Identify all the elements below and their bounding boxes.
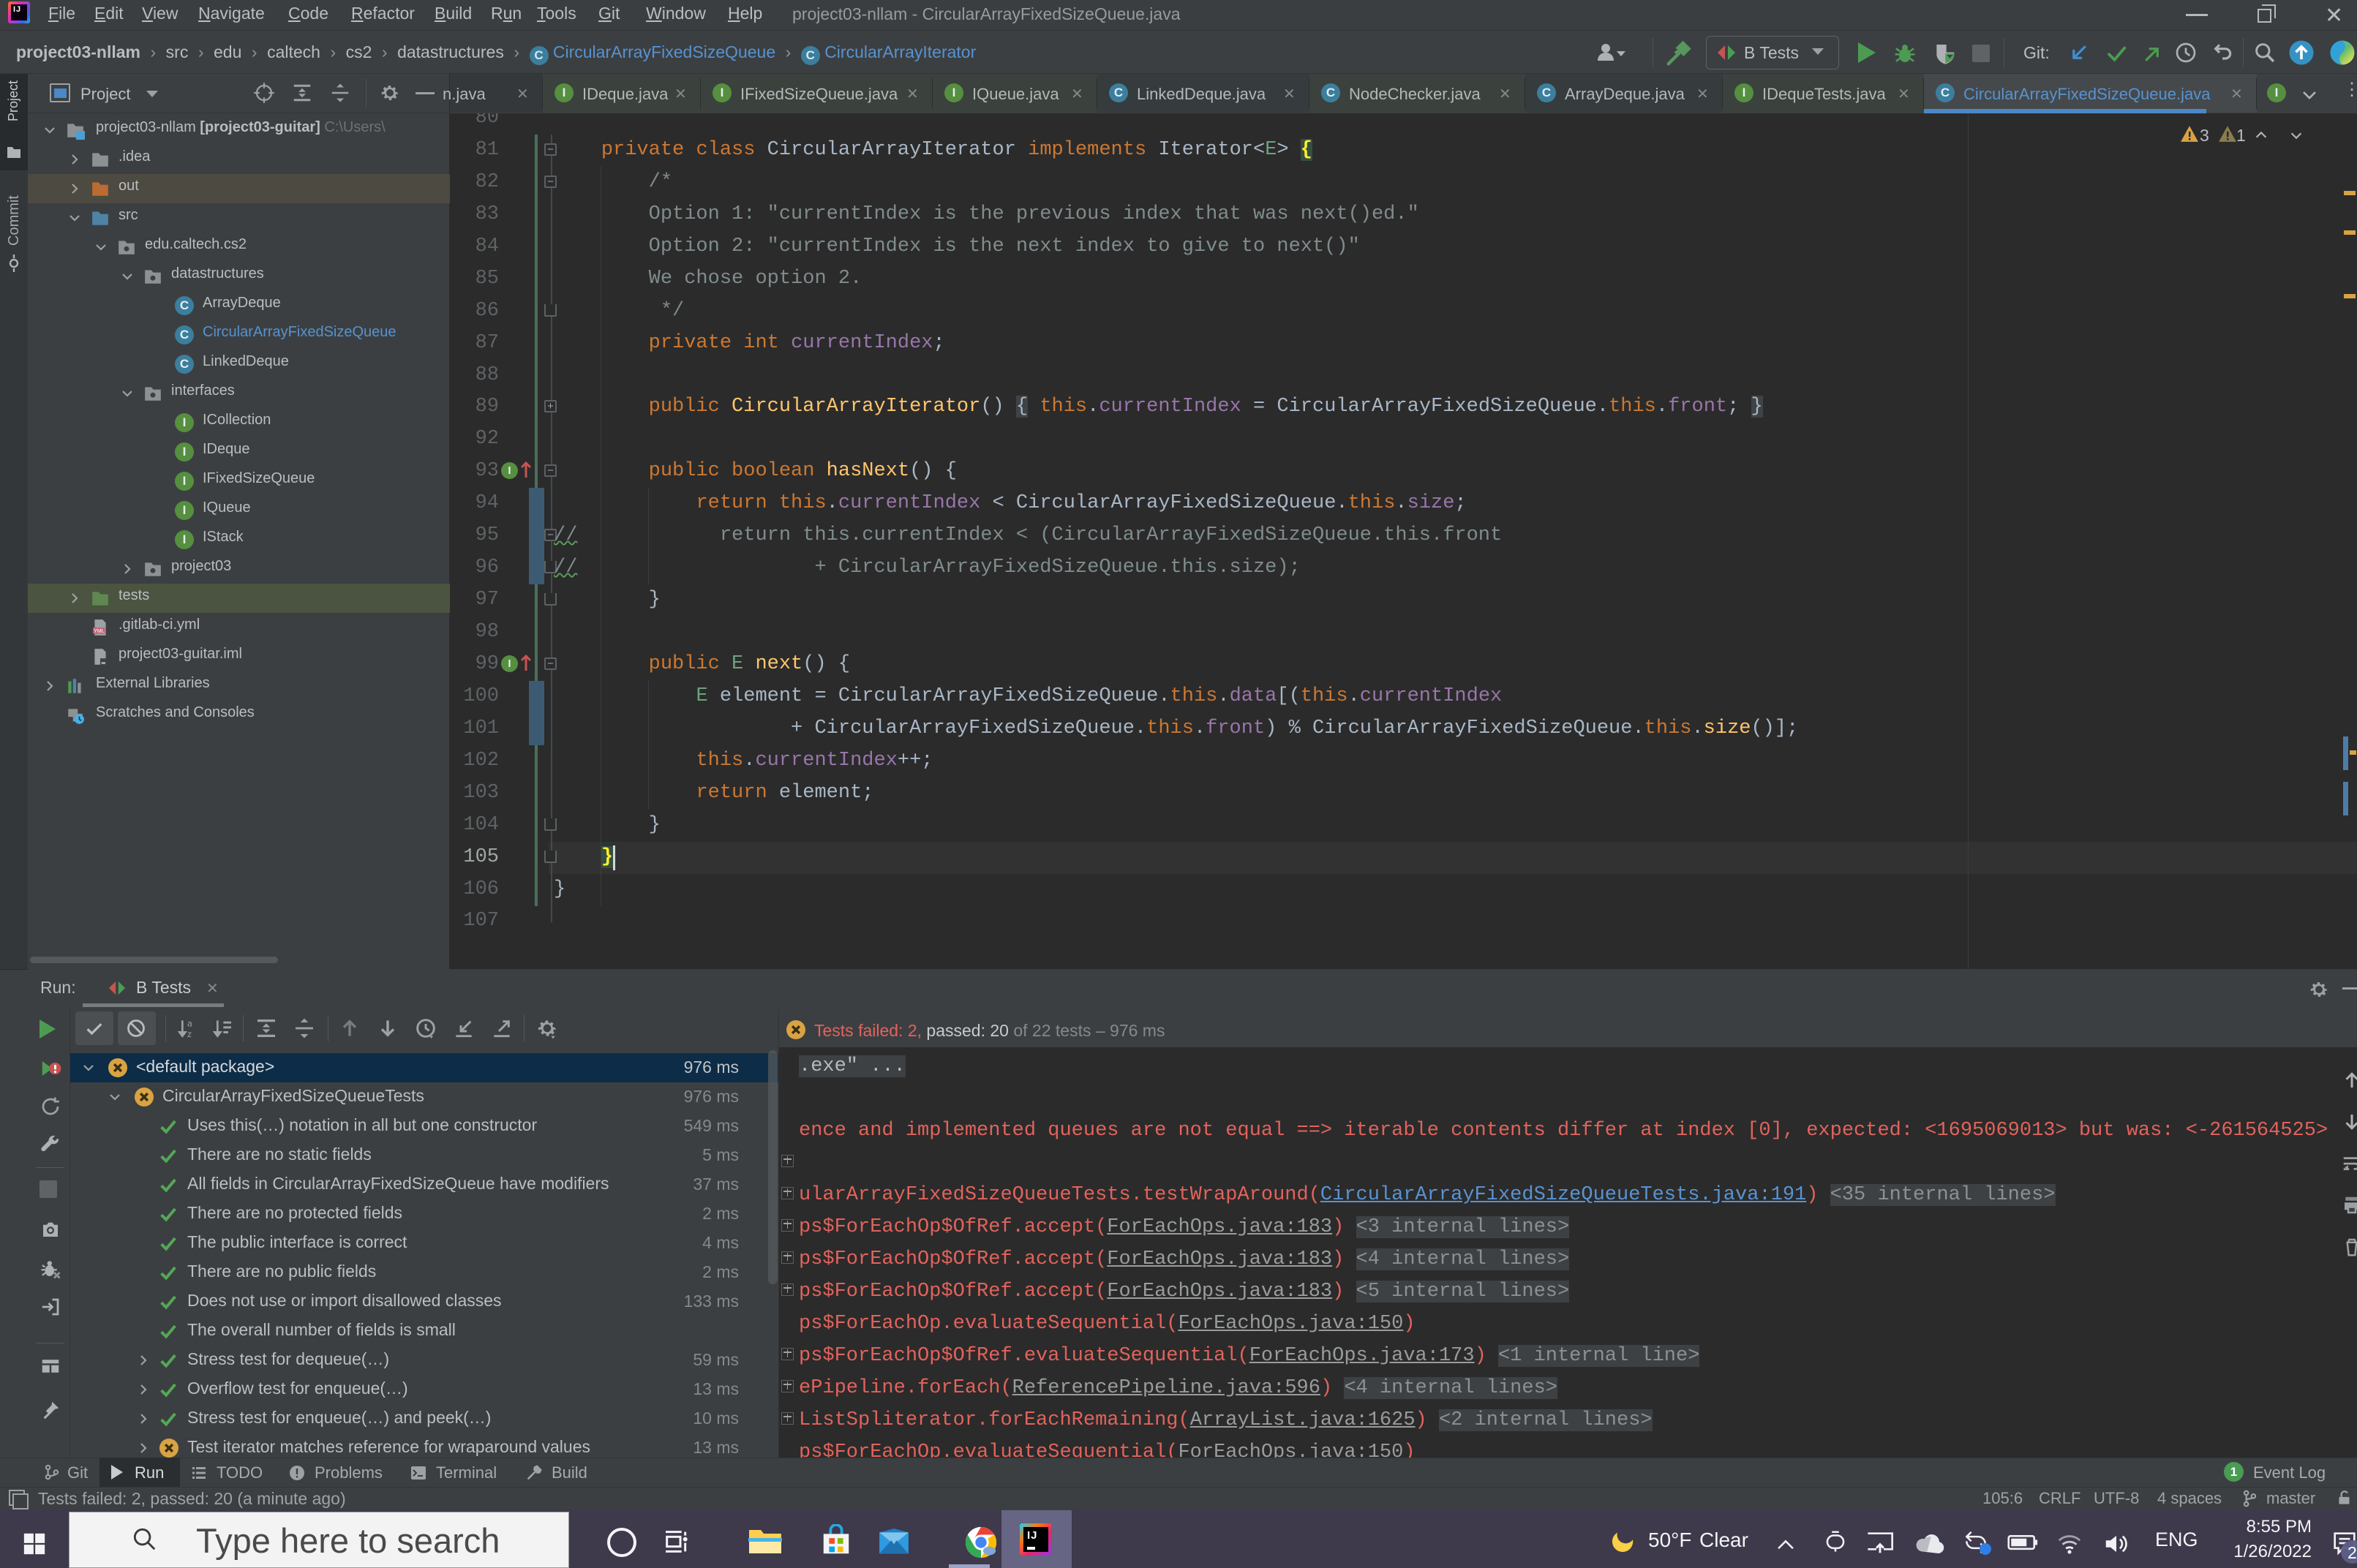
svg-text:a: a: [187, 1018, 192, 1028]
svg-text:YML: YML: [94, 629, 105, 634]
svg-text:z: z: [187, 1029, 192, 1039]
